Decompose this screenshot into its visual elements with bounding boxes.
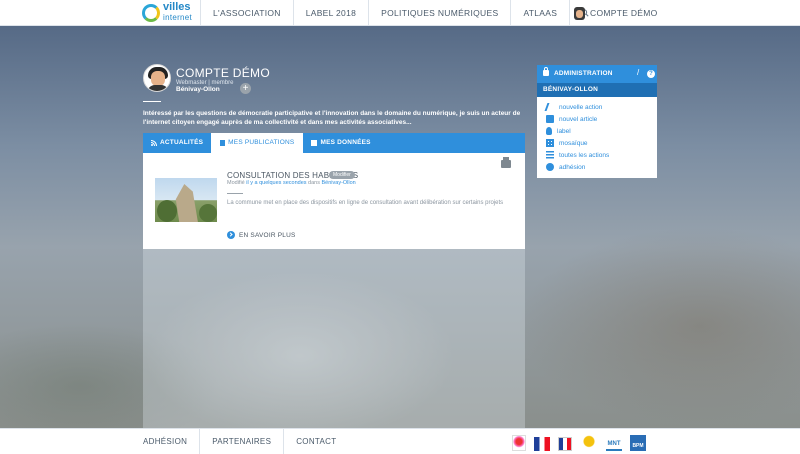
add-icon[interactable]: + xyxy=(240,83,251,94)
footer-links: ADHÉSION PARTENAIRES CONTACT xyxy=(131,429,348,454)
profile-avatar xyxy=(143,64,171,92)
publication-description: La commune met en place des dispositifs … xyxy=(227,200,504,206)
admin-box: ADMINISTRATION / ? BÉNIVAY-OLLON nouvell… xyxy=(537,65,657,178)
profile-tabs: ACTUALITÉS MES PUBLICATIONS MES DONNÉES xyxy=(143,133,525,153)
account-avatar xyxy=(574,6,585,20)
tab-label: ACTUALITÉS xyxy=(160,139,204,146)
document-icon xyxy=(220,140,226,146)
footer: ADHÉSION PARTENAIRES CONTACT MNT BPM xyxy=(0,428,800,454)
meta-in: dans xyxy=(308,180,320,186)
list-icon xyxy=(546,151,554,159)
logo-text-internet: internet xyxy=(163,13,193,22)
footer-link-partenaires[interactable]: PARTENAIRES xyxy=(200,429,285,454)
edit-icon[interactable]: / xyxy=(637,68,639,77)
admin-item-label: toutes les actions xyxy=(559,151,610,159)
publication-divider xyxy=(227,193,243,194)
admin-item-label: nouvelle action xyxy=(559,103,603,111)
admin-item-label: adhésion xyxy=(559,163,586,171)
grid-icon xyxy=(546,139,554,147)
profile-bio: Intéressé par les questions de démocrati… xyxy=(143,110,521,126)
logo-text-villes: villes xyxy=(163,1,191,13)
profile-name: COMPTE DÉMO xyxy=(176,66,270,80)
partner-logo-republique[interactable] xyxy=(534,437,550,451)
tab-label: MES DONNÉES xyxy=(320,139,371,146)
arrow-right-circle-icon xyxy=(227,231,235,239)
tab-actualites[interactable]: ACTUALITÉS xyxy=(143,133,213,153)
print-icon[interactable] xyxy=(501,157,511,168)
rss-icon xyxy=(151,140,157,146)
footer-link-adhesion[interactable]: ADHÉSION xyxy=(131,429,201,454)
admin-item-label[interactable]: label xyxy=(537,125,657,137)
account-label: COMPTE DÉMO xyxy=(590,8,658,18)
meta-time: il y a quelques secondes xyxy=(246,180,307,186)
meta-place-link[interactable]: Bénivay-Ollon xyxy=(322,180,356,186)
label-icon xyxy=(546,127,552,135)
partner-logo-flag[interactable] xyxy=(558,437,572,451)
panel-empty-area xyxy=(143,249,525,428)
tab-mes-donnees[interactable]: MES DONNÉES xyxy=(302,133,378,153)
read-more-link[interactable]: EN SAVOIR PLUS xyxy=(227,231,296,239)
villes-internet-logo[interactable]: villes internet xyxy=(142,1,198,24)
status-badge[interactable]: Modifier xyxy=(329,171,355,179)
account-menu[interactable]: COMPTE DÉMO xyxy=(574,0,658,26)
partner-logos: MNT BPM xyxy=(512,433,654,451)
admin-item-mosaique[interactable]: mosaïque xyxy=(537,137,657,149)
lock-icon xyxy=(543,67,549,76)
membership-icon xyxy=(546,163,554,171)
admin-place: BÉNIVAY-OLLON xyxy=(537,83,657,97)
nav-item-label-2018[interactable]: LABEL 2018 xyxy=(292,0,368,26)
partner-logo-bpm[interactable]: BPM xyxy=(630,435,646,451)
admin-item-toutes-les-actions[interactable]: toutes les actions xyxy=(537,149,657,161)
nav-item-politiques-numeriques[interactable]: POLITIQUES NUMÉRIQUES xyxy=(368,0,510,26)
profile-city[interactable]: Bénivay-Ollon xyxy=(176,86,220,93)
data-icon xyxy=(311,140,318,146)
admin-actions-list: nouvelle action nouvel article label mos… xyxy=(537,97,657,178)
pen-icon xyxy=(544,103,556,111)
admin-item-label: nouvel article xyxy=(559,115,598,123)
publications-panel: CONSULTATION DES HABITANTS Modifier Modi… xyxy=(143,153,525,249)
top-navbar: villes internet L'ASSOCIATION LABEL 2018… xyxy=(0,0,800,26)
admin-item-label: label xyxy=(557,127,571,135)
nav-item-atlaas[interactable]: ATLAAS xyxy=(510,0,569,26)
admin-item-label: mosaïque xyxy=(559,139,588,147)
partner-logo-laposte[interactable] xyxy=(580,435,598,451)
admin-header: ADMINISTRATION / ? xyxy=(537,65,657,83)
tab-label: MES PUBLICATIONS xyxy=(228,139,295,146)
publication-thumbnail[interactable] xyxy=(155,178,217,222)
admin-title: ADMINISTRATION xyxy=(554,70,613,77)
footer-link-contact[interactable]: CONTACT xyxy=(284,429,348,454)
partner-logo-mnt[interactable]: MNT xyxy=(606,437,622,451)
help-icon[interactable]: ? xyxy=(647,70,655,78)
partner-logo-1[interactable] xyxy=(512,435,526,451)
logo-ring-icon xyxy=(142,4,160,22)
article-icon xyxy=(546,115,554,123)
tab-mes-publications[interactable]: MES PUBLICATIONS xyxy=(212,133,303,153)
read-more-label: EN SAVOIR PLUS xyxy=(239,231,296,239)
admin-item-adhesion[interactable]: adhésion xyxy=(537,161,657,173)
admin-item-nouvelle-action[interactable]: nouvelle action xyxy=(537,101,657,113)
nav-item-association[interactable]: L'ASSOCIATION xyxy=(200,0,293,26)
profile-divider xyxy=(143,101,161,102)
publication-meta: Modifié il y a quelques secondes dans Bé… xyxy=(227,180,356,186)
main-nav: L'ASSOCIATION LABEL 2018 POLITIQUES NUMÉ… xyxy=(200,0,599,26)
meta-prefix: Modifié xyxy=(227,180,245,186)
admin-item-nouvel-article[interactable]: nouvel article xyxy=(537,113,657,125)
